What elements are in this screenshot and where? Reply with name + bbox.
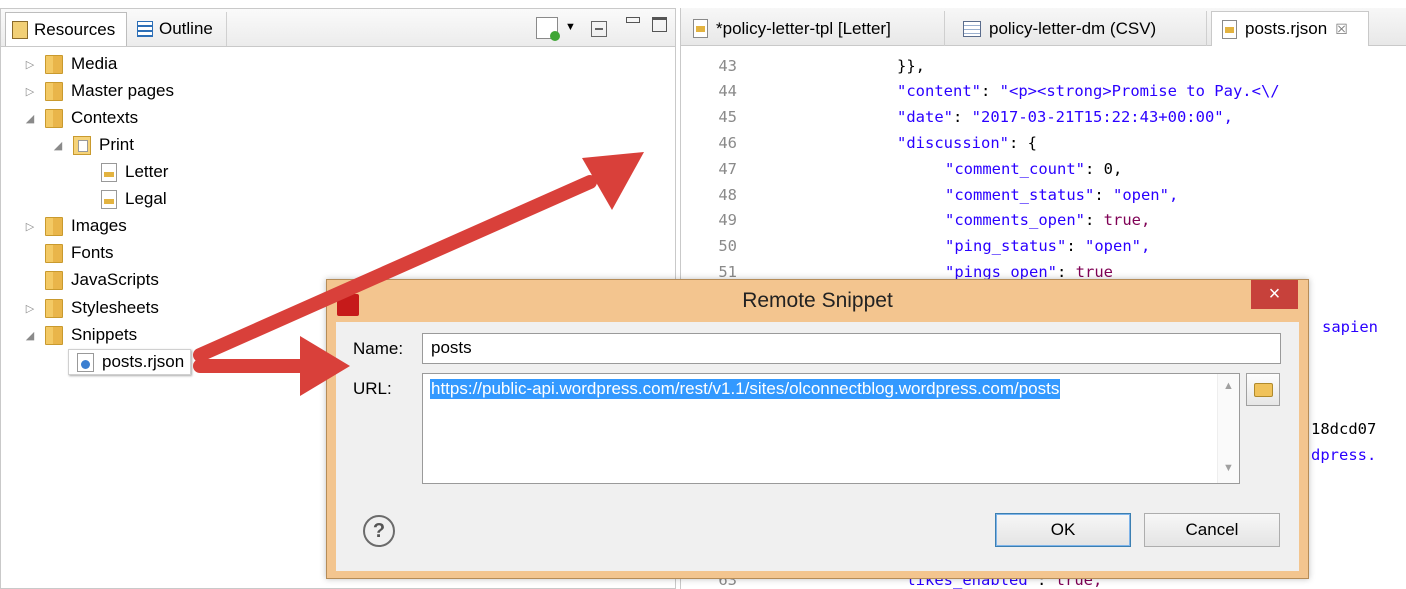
json-file-icon xyxy=(1222,19,1237,39)
tree-label: Contexts xyxy=(71,108,139,127)
panel-tab-bar: Resources Outline ▼ xyxy=(1,9,675,47)
code-line: 48 "comment_status": "open", xyxy=(718,186,1179,204)
folder-icon xyxy=(45,216,63,236)
url-scrollbar[interactable]: ▲ ▼ xyxy=(1217,374,1239,483)
tree-label: posts.rjson xyxy=(102,352,185,371)
code-line: 49 "comments_open": true, xyxy=(718,211,1151,229)
tab-outline[interactable]: Outline xyxy=(131,12,227,46)
tree-item-legal[interactable]: Legal xyxy=(93,186,167,212)
folder-icon xyxy=(45,54,63,74)
tree-item-snippets[interactable]: ◢ Snippets xyxy=(23,322,137,348)
code-line: 50 "ping_status": "open", xyxy=(718,237,1151,255)
code-line: 43}}, xyxy=(718,57,925,75)
scroll-up-icon[interactable]: ▲ xyxy=(1218,380,1239,392)
expand-icon[interactable]: ▷ xyxy=(23,302,37,315)
tree-label: Letter xyxy=(125,162,169,181)
code-line: 46 "discussion": { xyxy=(718,134,1037,152)
dialog-title-bar[interactable]: Remote Snippet × xyxy=(327,280,1308,322)
tree-item-fonts[interactable]: Fonts xyxy=(23,240,114,266)
expand-icon[interactable]: ▷ xyxy=(23,220,37,233)
code-line: 44 "content": "<p><strong>Promise to Pay.… xyxy=(718,82,1280,100)
code-line: 45 "date": "2017-03-21T15:22:43+00:00", xyxy=(718,108,1233,126)
tree-label: Master pages xyxy=(71,81,174,100)
name-field[interactable]: posts xyxy=(422,333,1281,364)
tab-outline-label: Outline xyxy=(159,19,213,38)
tree-label: Print xyxy=(99,135,134,154)
tab-policy-letter-tpl[interactable]: *policy-letter-tpl [Letter] xyxy=(683,11,945,46)
tab-resources-label: Resources xyxy=(34,19,116,39)
tab-policy-letter-dm[interactable]: policy-letter-dm (CSV) xyxy=(953,11,1207,46)
dialog-body: Name: posts URL: https://public-api.word… xyxy=(336,322,1299,571)
close-tab-icon[interactable]: ☒ xyxy=(1335,21,1348,38)
collapse-all-icon[interactable] xyxy=(591,21,607,37)
tree-label: Snippets xyxy=(71,325,138,344)
tab-resources[interactable]: Resources xyxy=(5,12,127,46)
tree-item-javascripts[interactable]: JavaScripts xyxy=(23,267,159,293)
minimize-icon[interactable] xyxy=(626,17,640,23)
section-icon xyxy=(101,162,117,182)
name-label: Name: xyxy=(353,339,404,358)
folder-open-icon xyxy=(1254,383,1273,397)
tree-item-images[interactable]: ▷ Images xyxy=(23,213,127,239)
close-button[interactable]: × xyxy=(1251,280,1298,309)
resources-icon xyxy=(12,20,28,39)
new-resource-icon[interactable] xyxy=(536,17,560,41)
folder-icon xyxy=(45,81,63,101)
folder-icon xyxy=(45,298,63,318)
editor-tab-bar: *policy-letter-tpl [Letter] policy-lette… xyxy=(681,8,1406,46)
folder-icon xyxy=(45,243,63,263)
tree-item-contexts[interactable]: ◢ Contexts xyxy=(23,105,138,131)
tree-item-print[interactable]: ◢ Print xyxy=(51,132,134,158)
url-field[interactable]: https://public-api.wordpress.com/rest/v1… xyxy=(422,373,1240,484)
tab-label: *policy-letter-tpl [Letter] xyxy=(716,18,891,38)
scroll-down-icon[interactable]: ▼ xyxy=(1218,462,1239,474)
folder-icon xyxy=(45,108,63,128)
cancel-button[interactable]: Cancel xyxy=(1144,513,1280,547)
url-label: URL: xyxy=(353,379,392,398)
tree-label: Images xyxy=(71,216,127,235)
section-icon xyxy=(101,189,117,209)
code-fragment: dpress. xyxy=(1311,446,1377,464)
json-snippet-icon xyxy=(77,352,94,372)
print-context-icon xyxy=(73,135,91,155)
tab-posts-rjson[interactable]: posts.rjson ☒ xyxy=(1211,11,1369,46)
expand-icon[interactable]: ▷ xyxy=(23,85,37,98)
tree-label: JavaScripts xyxy=(71,270,159,289)
tree-item-stylesheets[interactable]: ▷ Stylesheets xyxy=(23,295,159,321)
remote-snippet-dialog: Remote Snippet × Name: posts URL: https:… xyxy=(326,279,1309,579)
tree-item-master-pages[interactable]: ▷ Master pages xyxy=(23,78,174,104)
collapse-icon[interactable]: ◢ xyxy=(51,139,65,152)
tree-item-posts-rjson[interactable]: posts.rjson xyxy=(68,349,192,375)
tab-label: policy-letter-dm (CSV) xyxy=(989,18,1157,38)
maximize-icon[interactable] xyxy=(652,17,667,32)
tree-label: Media xyxy=(71,54,118,73)
code-fragment: sapien xyxy=(1322,318,1378,336)
tree-item-media[interactable]: ▷ Media xyxy=(23,51,117,77)
tree-label: Stylesheets xyxy=(71,298,159,317)
browse-button[interactable] xyxy=(1246,373,1280,406)
tree-label: Fonts xyxy=(71,243,114,262)
url-value: https://public-api.wordpress.com/rest/v1… xyxy=(430,379,1061,399)
outline-icon xyxy=(137,21,153,37)
template-icon xyxy=(693,19,708,38)
folder-icon xyxy=(45,325,63,345)
tree-item-letter[interactable]: Letter xyxy=(93,159,168,185)
dropdown-arrow-icon[interactable]: ▼ xyxy=(565,21,577,33)
ok-button[interactable]: OK xyxy=(995,513,1131,547)
tree-label: Legal xyxy=(125,189,167,208)
tab-label: posts.rjson xyxy=(1245,19,1328,38)
code-fragment: 18dcd07 xyxy=(1311,420,1377,438)
folder-icon xyxy=(45,270,63,290)
expand-icon[interactable]: ▷ xyxy=(23,58,37,71)
csv-icon xyxy=(963,20,981,37)
collapse-icon[interactable]: ◢ xyxy=(23,329,37,342)
code-line: 47 "comment_count": 0, xyxy=(718,160,1123,178)
dialog-title: Remote Snippet xyxy=(742,289,893,312)
help-icon[interactable]: ? xyxy=(363,515,395,547)
collapse-icon[interactable]: ◢ xyxy=(23,112,37,125)
